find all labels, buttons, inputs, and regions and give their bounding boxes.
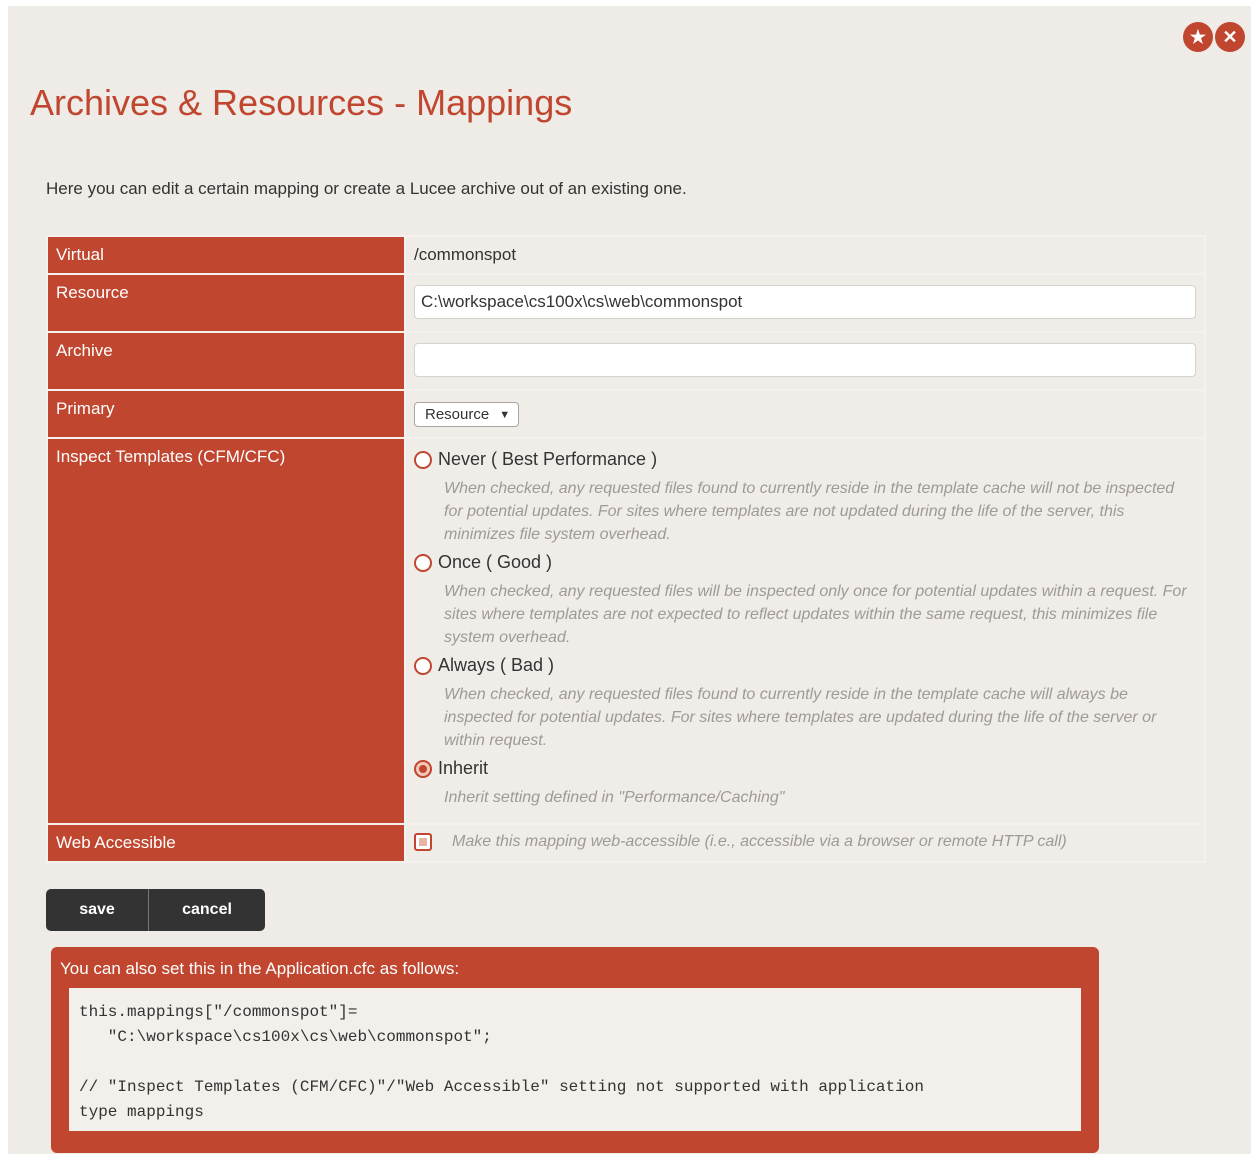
radio-never[interactable]	[414, 450, 432, 469]
resource-input[interactable]	[414, 285, 1196, 319]
radio-inherit[interactable]	[414, 759, 432, 778]
page-title: Archives & Resources - Mappings	[30, 82, 573, 123]
option-never[interactable]: Never ( Best Performance )	[414, 449, 1196, 470]
resource-label: Resource	[46, 273, 406, 333]
row-resource: Resource	[46, 273, 1206, 333]
primary-selected-value: Resource	[425, 406, 490, 423]
option-always-label: Always ( Bad )	[438, 655, 555, 675]
option-inherit[interactable]: Inherit	[414, 758, 1196, 779]
code-snippet: this.mappings["/commonspot"]= "C:\worksp…	[69, 988, 1081, 1131]
mapping-form: Virtual /commonspot Resource Archive Pri…	[46, 235, 1206, 863]
option-once[interactable]: Once ( Good )	[414, 552, 1196, 573]
button-group: save cancel	[46, 889, 265, 931]
cancel-button[interactable]: cancel	[149, 889, 265, 931]
web-accessible-description: Make this mapping web-accessible (i.e., …	[452, 833, 1067, 850]
archive-input[interactable]	[414, 343, 1196, 377]
row-archive: Archive	[46, 331, 1206, 391]
row-virtual: Virtual /commonspot	[46, 235, 1206, 275]
option-once-description: When checked, any requested files will b…	[444, 583, 1187, 646]
row-inspect-templates: Inspect Templates (CFM/CFC) Never ( Best…	[46, 437, 1206, 825]
web-accessible-label: Web Accessible	[46, 823, 406, 863]
close-icon[interactable]: ✕	[1215, 22, 1245, 52]
virtual-label: Virtual	[46, 235, 406, 275]
code-box-title: You can also set this in the Application…	[60, 959, 460, 978]
radio-selected-dot	[419, 764, 427, 773]
web-accessible-checkbox[interactable]	[414, 833, 432, 851]
radio-always[interactable]	[414, 656, 432, 675]
star-icon[interactable]: ★	[1183, 22, 1213, 52]
row-primary: Primary Resource ▼	[46, 389, 1206, 439]
page: ★ ✕ Archives & Resources - Mappings Here…	[8, 6, 1251, 1154]
option-never-description: When checked, any requested files found …	[444, 480, 1175, 543]
virtual-value: /commonspot	[404, 235, 1206, 275]
option-never-label: Never ( Best Performance )	[438, 449, 658, 469]
inspect-label: Inspect Templates (CFM/CFC)	[46, 437, 406, 825]
primary-select[interactable]: Resource ▼	[414, 402, 520, 427]
primary-label: Primary	[46, 389, 406, 439]
option-once-label: Once ( Good )	[438, 552, 553, 572]
intro-text: Here you can edit a certain mapping or c…	[46, 179, 687, 198]
archive-label: Archive	[46, 331, 406, 391]
dropdown-arrow-icon: ▼	[499, 408, 511, 421]
application-cfc-box: You can also set this in the Application…	[51, 947, 1099, 1153]
save-button[interactable]: save	[46, 889, 149, 931]
radio-once[interactable]	[414, 553, 432, 572]
option-inherit-description: Inherit setting defined in "Performance/…	[444, 789, 785, 806]
option-inherit-label: Inherit	[438, 758, 489, 778]
top-icons: ★ ✕	[1183, 22, 1245, 52]
option-always[interactable]: Always ( Bad )	[414, 655, 1196, 676]
option-always-description: When checked, any requested files found …	[444, 686, 1157, 749]
row-web-accessible: Web Accessible Make this mapping web-acc…	[46, 823, 1206, 863]
